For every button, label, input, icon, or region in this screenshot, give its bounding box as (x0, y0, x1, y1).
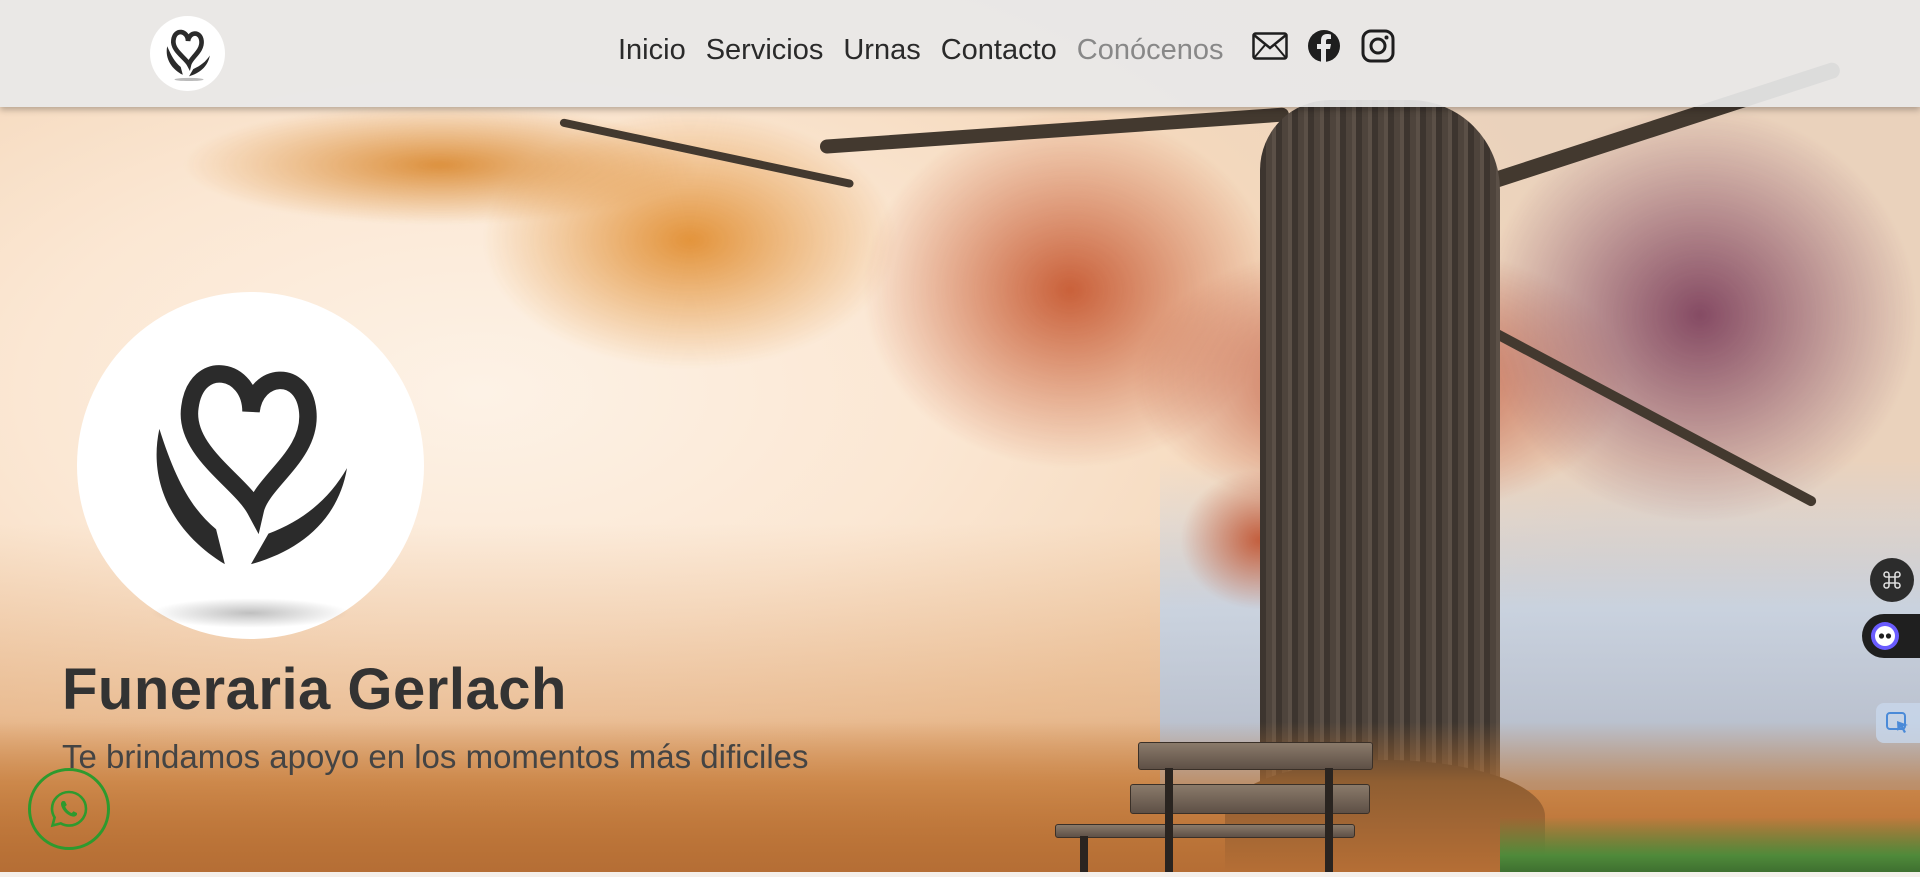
whatsapp-icon (50, 790, 88, 828)
heart-hands-logo-icon (156, 364, 347, 564)
nav-link-urnas[interactable]: Urnas (843, 34, 920, 67)
whatsapp-button[interactable] (28, 768, 110, 850)
command-icon (1883, 571, 1901, 589)
hero-logo (77, 292, 424, 639)
instagram-icon[interactable] (1360, 28, 1396, 64)
nav-link-inicio[interactable]: Inicio (618, 34, 686, 67)
cursor-widget-button[interactable] (1876, 703, 1920, 743)
nav-link-conocenos[interactable]: Conócenos (1077, 34, 1224, 67)
heart-hands-logo-icon (166, 29, 210, 81)
command-widget-button[interactable] (1870, 558, 1914, 602)
assistant-face-icon (1871, 622, 1899, 650)
mail-icon[interactable] (1252, 28, 1288, 64)
nav-links: Inicio Servicios Urnas Contacto Conóceno… (618, 34, 1224, 67)
bottom-strip (0, 872, 1920, 877)
nav-link-contacto[interactable]: Contacto (941, 34, 1057, 67)
cursor-icon (1886, 712, 1908, 733)
hero-subtitle: Te brindamos apoyo en los momentos más d… (62, 738, 809, 775)
facebook-icon[interactable] (1306, 28, 1342, 64)
assistant-widget-tab[interactable] (1862, 614, 1920, 658)
grass (1500, 817, 1920, 872)
hero-title: Funeraria Gerlach (62, 657, 567, 722)
logo-shadow (150, 598, 350, 628)
nav-logo[interactable] (150, 16, 225, 91)
navbar: Inicio Servicios Urnas Contacto Conóceno… (0, 0, 1920, 107)
social-icons (1252, 28, 1396, 64)
nav-link-servicios[interactable]: Servicios (706, 34, 824, 67)
